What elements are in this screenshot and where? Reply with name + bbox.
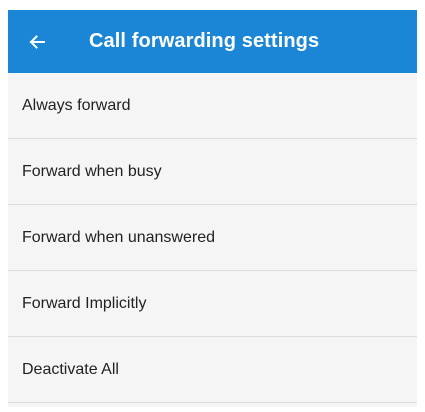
forward-when-busy-option[interactable]: Forward when busy [8, 139, 417, 205]
list-item-label: Forward when busy [22, 162, 162, 180]
deactivate-all-option[interactable]: Deactivate All [8, 337, 417, 403]
forward-implicitly-option[interactable]: Forward Implicitly [8, 271, 417, 337]
call-forwarding-screen: Call forwarding settings Always forward … [8, 10, 417, 407]
app-bar: Call forwarding settings [8, 10, 417, 73]
list-item-label: Always forward [22, 96, 131, 114]
page-title: Call forwarding settings [89, 30, 320, 52]
list-item-label: Forward when unanswered [22, 228, 215, 246]
list-item-label: Forward Implicitly [22, 294, 147, 312]
forwarding-options-list: Always forward Forward when busy Forward… [8, 73, 417, 403]
back-button[interactable] [25, 30, 49, 54]
always-forward-option[interactable]: Always forward [8, 73, 417, 139]
arrow-left-icon [29, 34, 45, 49]
forward-when-unanswered-option[interactable]: Forward when unanswered [8, 205, 417, 271]
list-item-label: Deactivate All [22, 360, 119, 378]
